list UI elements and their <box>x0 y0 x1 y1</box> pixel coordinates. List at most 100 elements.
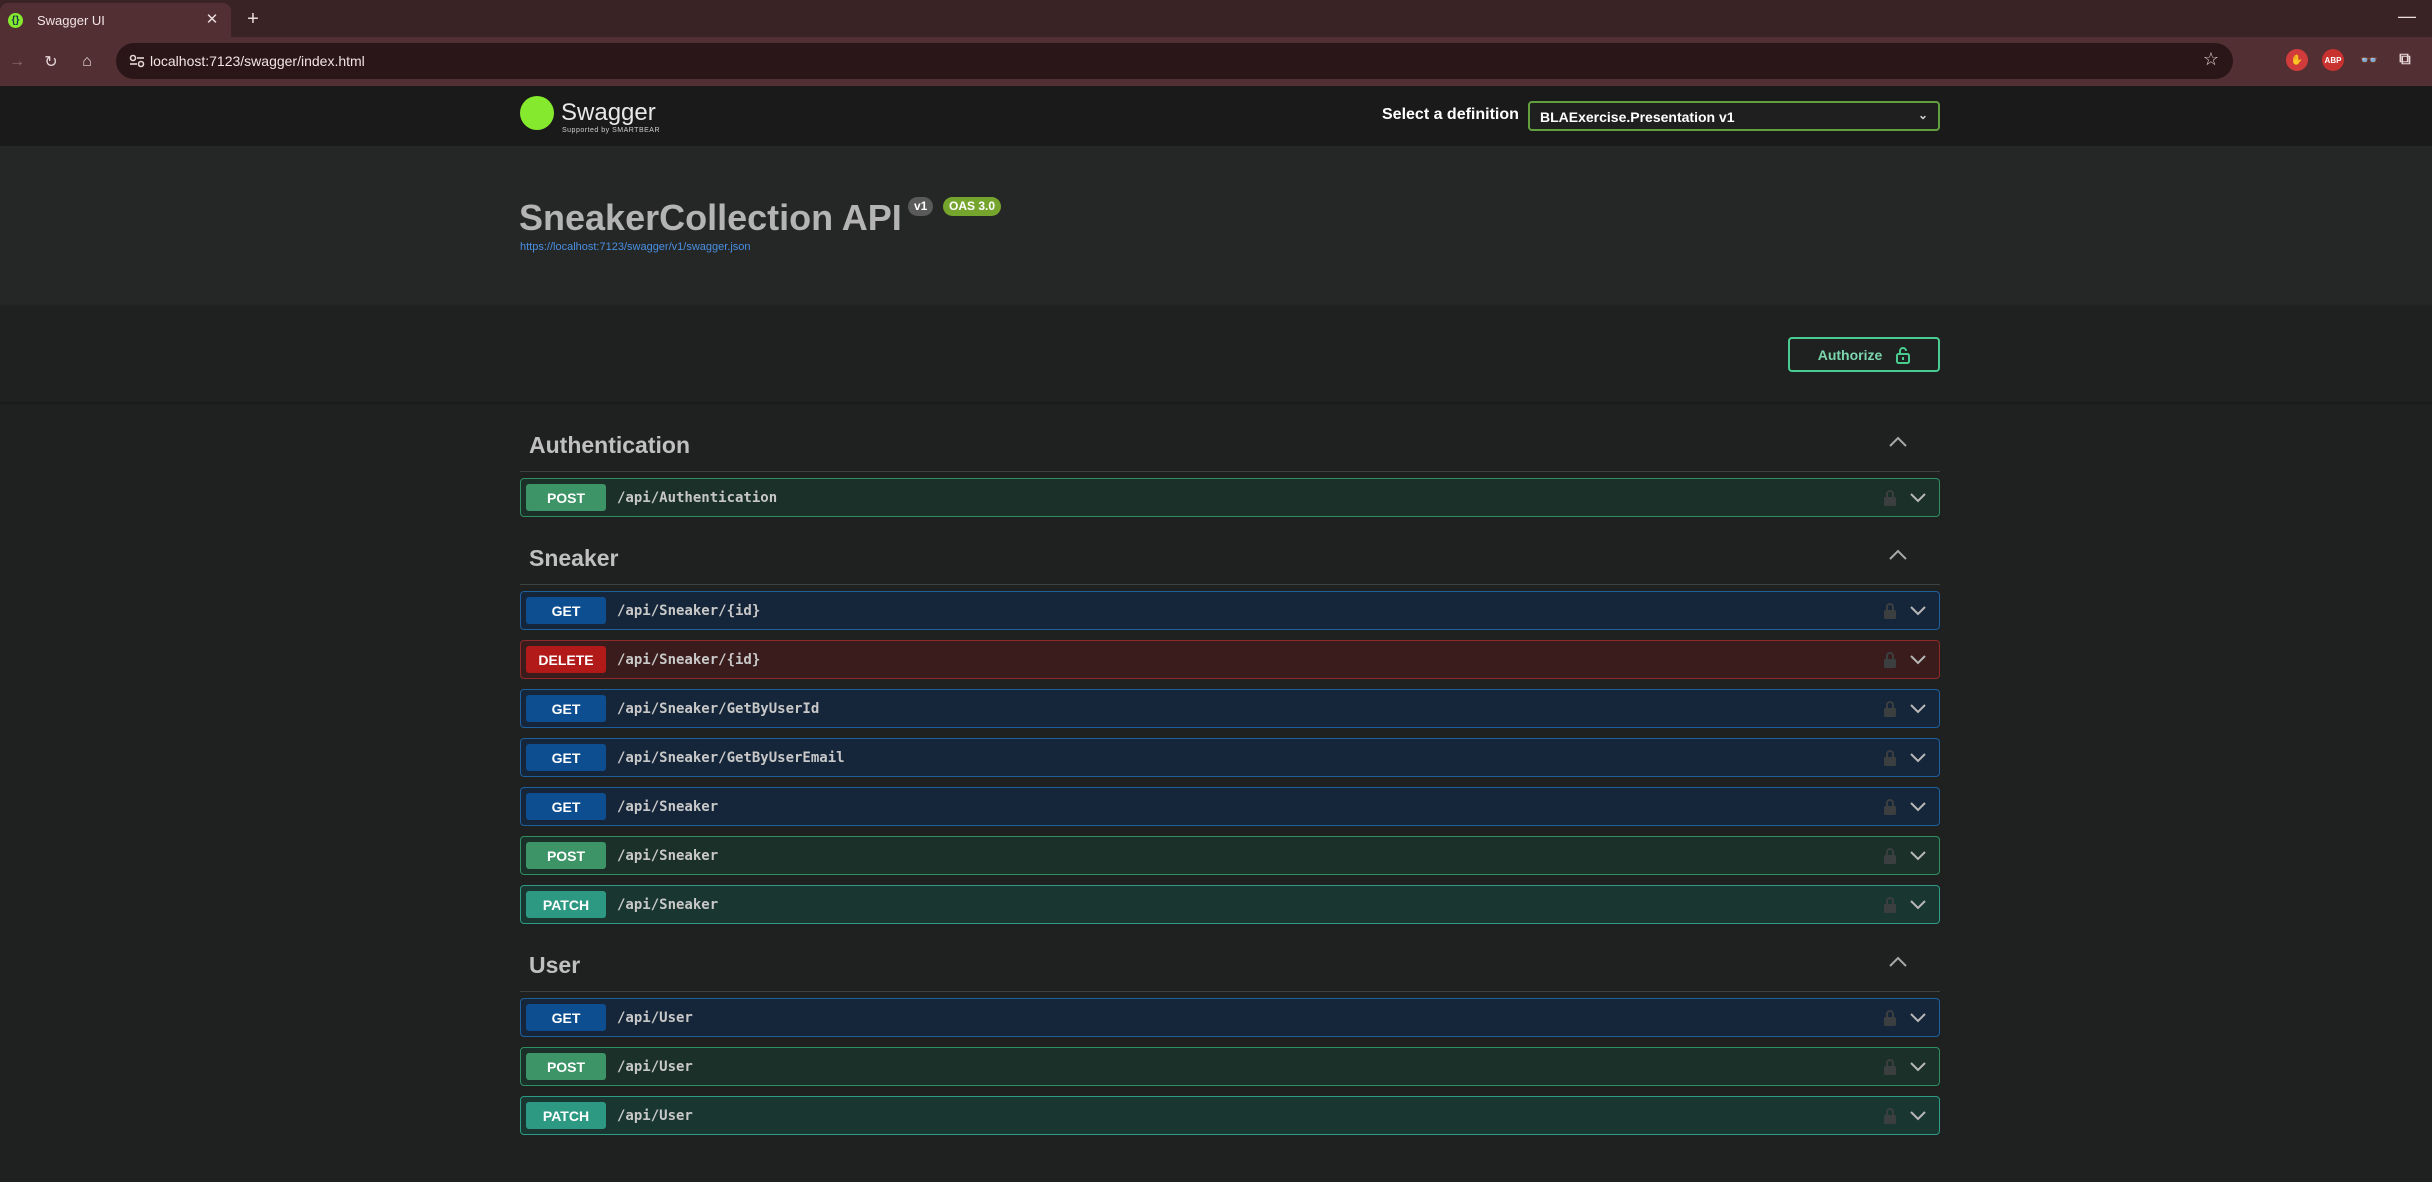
swagger-logo-icon <box>520 96 554 130</box>
swagger-logo-text: Swagger <box>561 99 656 126</box>
forward-arrow-icon[interactable]: → <box>4 49 30 75</box>
operation-path: /api/User <box>617 1059 693 1075</box>
operation-path: /api/Sneaker/{id} <box>617 603 761 619</box>
opblock-summary[interactable]: GET/api/User <box>520 998 1940 1037</box>
operation-path: /api/User <box>617 1108 693 1124</box>
puzzle-extension-icon[interactable]: ⧉ <box>2394 49 2416 71</box>
tab-title: Swagger UI <box>37 12 105 28</box>
home-icon[interactable]: ⌂ <box>74 49 100 75</box>
close-tab-icon[interactable]: ✕ <box>203 10 221 28</box>
lock-icon[interactable] <box>1882 1107 1898 1125</box>
chevron-down-icon[interactable] <box>1909 490 1927 504</box>
operation-path: /api/Sneaker/GetByUserId <box>617 701 820 717</box>
opblock-summary[interactable]: GET/api/Sneaker/GetByUserEmail <box>520 738 1940 777</box>
chevron-up-icon[interactable] <box>1886 545 1910 565</box>
operation-path: /api/Sneaker/{id} <box>617 652 761 668</box>
authorize-button[interactable]: Authorize <box>1788 337 1940 372</box>
operation-path: /api/Authentication <box>617 490 778 506</box>
browser-toolbar: → ↻ ⌂ localhost:7123/swagger/index.html … <box>0 37 2432 86</box>
chevron-down-icon[interactable] <box>1909 750 1927 764</box>
glasses-extension-icon[interactable]: 👓 <box>2358 49 2380 71</box>
address-bar[interactable]: localhost:7123/swagger/index.html ☆ <box>116 43 2233 79</box>
http-method-badge: POST <box>526 484 606 511</box>
swagger-favicon-icon: {} <box>8 12 23 28</box>
stop-extension-icon[interactable]: ✋ <box>2286 49 2308 71</box>
operation-path: /api/Sneaker <box>617 799 719 815</box>
api-title: SneakerCollection API <box>519 197 902 238</box>
opblock-summary[interactable]: DELETE/api/Sneaker/{id} <box>520 640 1940 679</box>
opblock-summary[interactable]: POST/api/Authentication <box>520 478 1940 517</box>
http-method-badge: POST <box>526 1053 606 1080</box>
chevron-up-icon[interactable] <box>1886 432 1910 452</box>
chevron-down-icon[interactable] <box>1909 1059 1927 1073</box>
select-definition-label: Select a definition <box>1382 106 1519 123</box>
tag-title: Authentication <box>529 432 690 458</box>
http-method-badge: PATCH <box>526 1102 606 1129</box>
version-badge: v1 <box>908 197 934 216</box>
tag-header-user[interactable]: User <box>520 936 1940 992</box>
reload-icon[interactable]: ↻ <box>38 49 64 75</box>
opblock-summary[interactable]: POST/api/User <box>520 1047 1940 1086</box>
lock-icon[interactable] <box>1882 749 1898 767</box>
lock-icon[interactable] <box>1882 700 1898 718</box>
chevron-down-icon[interactable] <box>1909 701 1927 715</box>
browser-tab[interactable]: {} Swagger UI ✕ <box>0 3 231 37</box>
lock-icon[interactable] <box>1882 847 1898 865</box>
chevron-down-icon[interactable] <box>1909 652 1927 666</box>
opblock-summary[interactable]: GET/api/Sneaker <box>520 787 1940 826</box>
tag-header-sneaker[interactable]: Sneaker <box>520 529 1940 585</box>
bookmark-star-icon[interactable]: ☆ <box>2203 49 2219 70</box>
opblock-summary[interactable]: GET/api/Sneaker/{id} <box>520 591 1940 630</box>
scheme-container: Authorize <box>0 306 2432 402</box>
url-text[interactable]: localhost:7123/swagger/index.html <box>150 53 365 69</box>
opblock-summary[interactable]: PATCH/api/Sneaker <box>520 885 1940 924</box>
lock-icon[interactable] <box>1882 798 1898 816</box>
site-info-icon[interactable] <box>125 49 149 73</box>
chevron-down-icon[interactable] <box>1909 799 1927 813</box>
lock-icon[interactable] <box>1882 896 1898 914</box>
opblock-summary[interactable]: GET/api/Sneaker/GetByUserId <box>520 689 1940 728</box>
http-method-badge: DELETE <box>526 646 606 673</box>
http-method-badge: PATCH <box>526 891 606 918</box>
chevron-down-icon[interactable] <box>1909 897 1927 911</box>
lock-icon[interactable] <box>1882 489 1898 507</box>
operation-path: /api/Sneaker <box>617 897 719 913</box>
http-method-badge: POST <box>526 842 606 869</box>
http-method-badge: GET <box>526 793 606 820</box>
lock-icon[interactable] <box>1882 1058 1898 1076</box>
operations-list: Authentication POST/api/Authentication Sne… <box>520 402 1940 1147</box>
browser-tab-strip: {} Swagger UI ✕ + — <box>0 0 2432 37</box>
swagger-topbar: Swagger Supported by SMARTBEAR Select a … <box>0 86 2432 146</box>
selected-definition: BLAExercise.Presentation v1 <box>1540 109 1735 125</box>
tag-title: User <box>529 952 581 978</box>
http-method-badge: GET <box>526 1004 606 1031</box>
chevron-down-icon[interactable] <box>1909 603 1927 617</box>
adblock-extension-icon[interactable]: ABP <box>2322 49 2344 71</box>
tag-header-authentication[interactable]: Authentication <box>520 402 1940 472</box>
opblock-summary[interactable]: POST/api/Sneaker <box>520 836 1940 875</box>
chevron-down-icon[interactable] <box>1909 1108 1927 1122</box>
swagger-logo-subtitle: Supported by SMARTBEAR <box>562 127 661 134</box>
chevron-down-icon: ⌄ <box>1917 108 1928 122</box>
operation-path: /api/Sneaker/GetByUserEmail <box>617 750 845 766</box>
chevron-up-icon[interactable] <box>1886 952 1910 972</box>
opblock-summary[interactable]: PATCH/api/User <box>520 1096 1940 1135</box>
lock-icon[interactable] <box>1882 651 1898 669</box>
lock-icon[interactable] <box>1882 1009 1898 1027</box>
chevron-down-icon[interactable] <box>1909 1010 1927 1024</box>
operation-path: /api/Sneaker <box>617 848 719 864</box>
http-method-badge: GET <box>526 695 606 722</box>
http-method-badge: GET <box>526 744 606 771</box>
chevron-down-icon[interactable] <box>1909 848 1927 862</box>
swagger-json-link[interactable]: https://localhost:7123/swagger/v1/swagge… <box>520 241 751 253</box>
api-info: SneakerCollection API v1 OAS 3.0 https:/… <box>0 146 2432 306</box>
definition-select[interactable]: BLAExercise.Presentation v1 ⌄ <box>1528 101 1940 131</box>
minimize-window-button[interactable]: — <box>2398 6 2416 27</box>
authorize-label: Authorize <box>1817 346 1883 363</box>
new-tab-button[interactable]: + <box>240 6 266 32</box>
operation-path: /api/User <box>617 1010 693 1026</box>
tag-title: Sneaker <box>529 545 619 571</box>
lock-icon[interactable] <box>1882 602 1898 620</box>
oas-badge: OAS 3.0 <box>943 197 1002 216</box>
http-method-badge: GET <box>526 597 606 624</box>
